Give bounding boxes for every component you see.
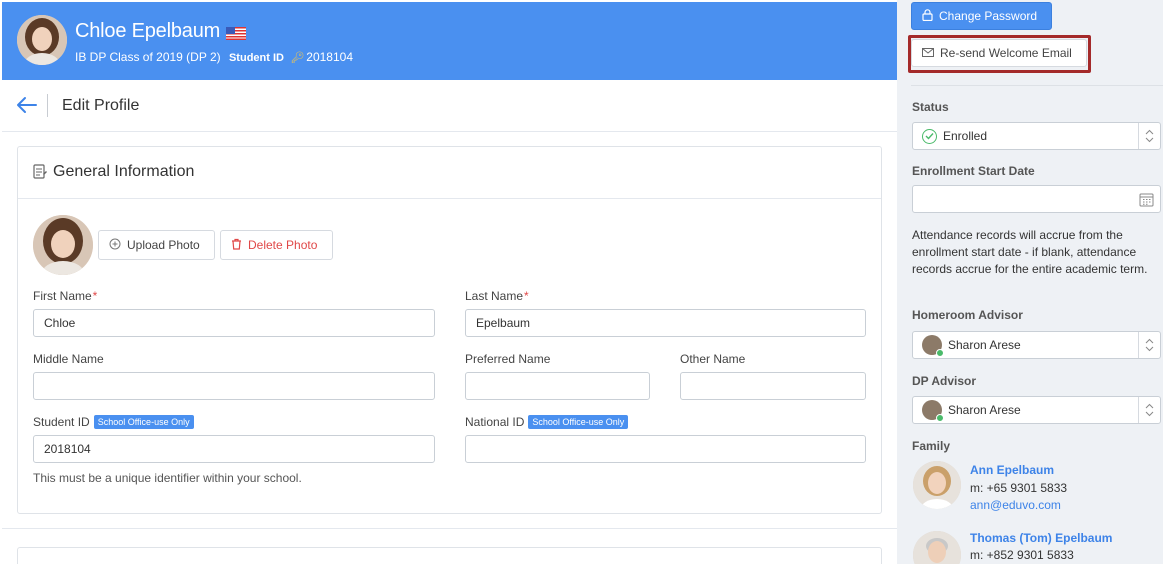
family-member-name[interactable]: Thomas (Tom) Epelbaum (970, 531, 1112, 545)
student-id-help: This must be a unique identifier within … (33, 471, 302, 485)
family-member-avatar (913, 531, 961, 564)
family-member-email[interactable]: ann@eduvo.com (970, 498, 1061, 512)
calendar-icon[interactable] (1139, 192, 1154, 210)
student-subtitle: IB DP Class of 2019 (DP 2) Student ID 🔑︎… (75, 50, 353, 64)
change-password-button[interactable]: Change Password (911, 2, 1052, 30)
next-card (17, 547, 882, 564)
change-password-label: Change Password (939, 9, 1038, 23)
other-name-input[interactable] (680, 372, 866, 400)
office-only-badge: School Office-use Only (93, 415, 194, 429)
family-label: Family (912, 439, 951, 453)
student-id-label: Student ID (228, 52, 284, 64)
general-information-card: General Information Upload Photo Delete … (17, 146, 882, 514)
check-circle-icon (922, 128, 937, 144)
lock-icon (922, 8, 933, 24)
upload-photo-label: Upload Photo (127, 238, 200, 252)
card-title: General Information (53, 163, 195, 180)
divider (47, 94, 48, 117)
middle-name-label: Middle Name (33, 352, 104, 366)
other-name-label: Other Name (680, 352, 746, 366)
family-member-name[interactable]: Ann Epelbaum (970, 463, 1054, 477)
student-id-value: 2018104 (306, 50, 353, 64)
delete-photo-button[interactable]: Delete Photo (220, 230, 333, 260)
advisor-avatar (922, 400, 944, 422)
office-only-badge: School Office-use Only (528, 415, 629, 429)
homeroom-advisor-select[interactable]: Sharon Arese (912, 331, 1161, 359)
page-title: Edit Profile (62, 97, 140, 114)
delete-photo-label: Delete Photo (248, 238, 318, 252)
us-flag-icon (226, 23, 247, 41)
status-value: Enrolled (943, 129, 988, 143)
preferred-name-label: Preferred Name (465, 352, 551, 366)
envelope-icon (922, 46, 934, 60)
last-name-input[interactable]: Epelbaum (465, 309, 866, 337)
family-member-mobile: m: +852 9301 5833 (970, 548, 1074, 562)
status-select[interactable]: Enrolled (912, 122, 1161, 150)
key-icon: 🔑︎ (290, 52, 305, 64)
resend-welcome-email-button[interactable]: Re-send Welcome Email (911, 39, 1087, 67)
first-name-label: First Name* (33, 289, 98, 303)
resend-welcome-label: Re-send Welcome Email (940, 46, 1072, 60)
middle-name-input[interactable] (33, 372, 435, 400)
online-dot (936, 414, 944, 422)
next-section (2, 528, 897, 564)
online-dot (936, 349, 944, 357)
class-text: IB DP Class of 2019 (DP 2) (75, 50, 221, 64)
chevron-updown-icon (1138, 332, 1160, 358)
profile-photo (33, 215, 93, 275)
trash-icon (231, 238, 242, 253)
homeroom-advisor-value: Sharon Arese (948, 338, 1021, 352)
enrollment-start-input[interactable] (912, 185, 1161, 213)
dp-advisor-label: DP Advisor (912, 374, 977, 388)
preferred-name-input[interactable] (465, 372, 650, 400)
student-id-field-label: Student ID School Office-use Only (33, 415, 194, 429)
upload-photo-button[interactable]: Upload Photo (98, 230, 215, 260)
sidebar: Change Password Re-send Welcome Email St… (897, 0, 1163, 564)
chevron-updown-icon (1138, 397, 1160, 423)
dp-advisor-select[interactable]: Sharon Arese (912, 396, 1161, 424)
status-label: Status (912, 100, 949, 114)
document-icon (33, 164, 48, 180)
student-name: Chloe Epelbaum (75, 20, 247, 43)
homeroom-advisor-label: Homeroom Advisor (912, 308, 1023, 322)
back-arrow-icon[interactable] (16, 94, 38, 116)
family-member-mobile: m: +65 9301 5833 (970, 481, 1068, 495)
main-content: Chloe Epelbaum IB DP Class of 2019 (DP 2… (0, 0, 897, 564)
advisor-avatar (922, 335, 944, 357)
enrollment-start-label: Enrollment Start Date (912, 164, 1035, 178)
dp-advisor-value: Sharon Arese (948, 403, 1021, 417)
chevron-updown-icon (1138, 123, 1160, 149)
last-name-label: Last Name* (465, 289, 529, 303)
card-header: General Information (18, 147, 881, 199)
edit-bar: Edit Profile (2, 80, 897, 132)
student-header: Chloe Epelbaum IB DP Class of 2019 (DP 2… (2, 2, 897, 80)
national-id-label: National ID School Office-use Only (465, 415, 629, 429)
first-name-input[interactable]: Chloe (33, 309, 435, 337)
plus-circle-icon (109, 238, 121, 253)
student-avatar (17, 15, 67, 65)
family-member-avatar (913, 461, 961, 509)
national-id-input[interactable] (465, 435, 866, 463)
student-id-input[interactable]: 2018104 (33, 435, 435, 463)
attendance-note: Attendance records will accrue from the … (912, 228, 1148, 276)
divider (911, 85, 1163, 86)
